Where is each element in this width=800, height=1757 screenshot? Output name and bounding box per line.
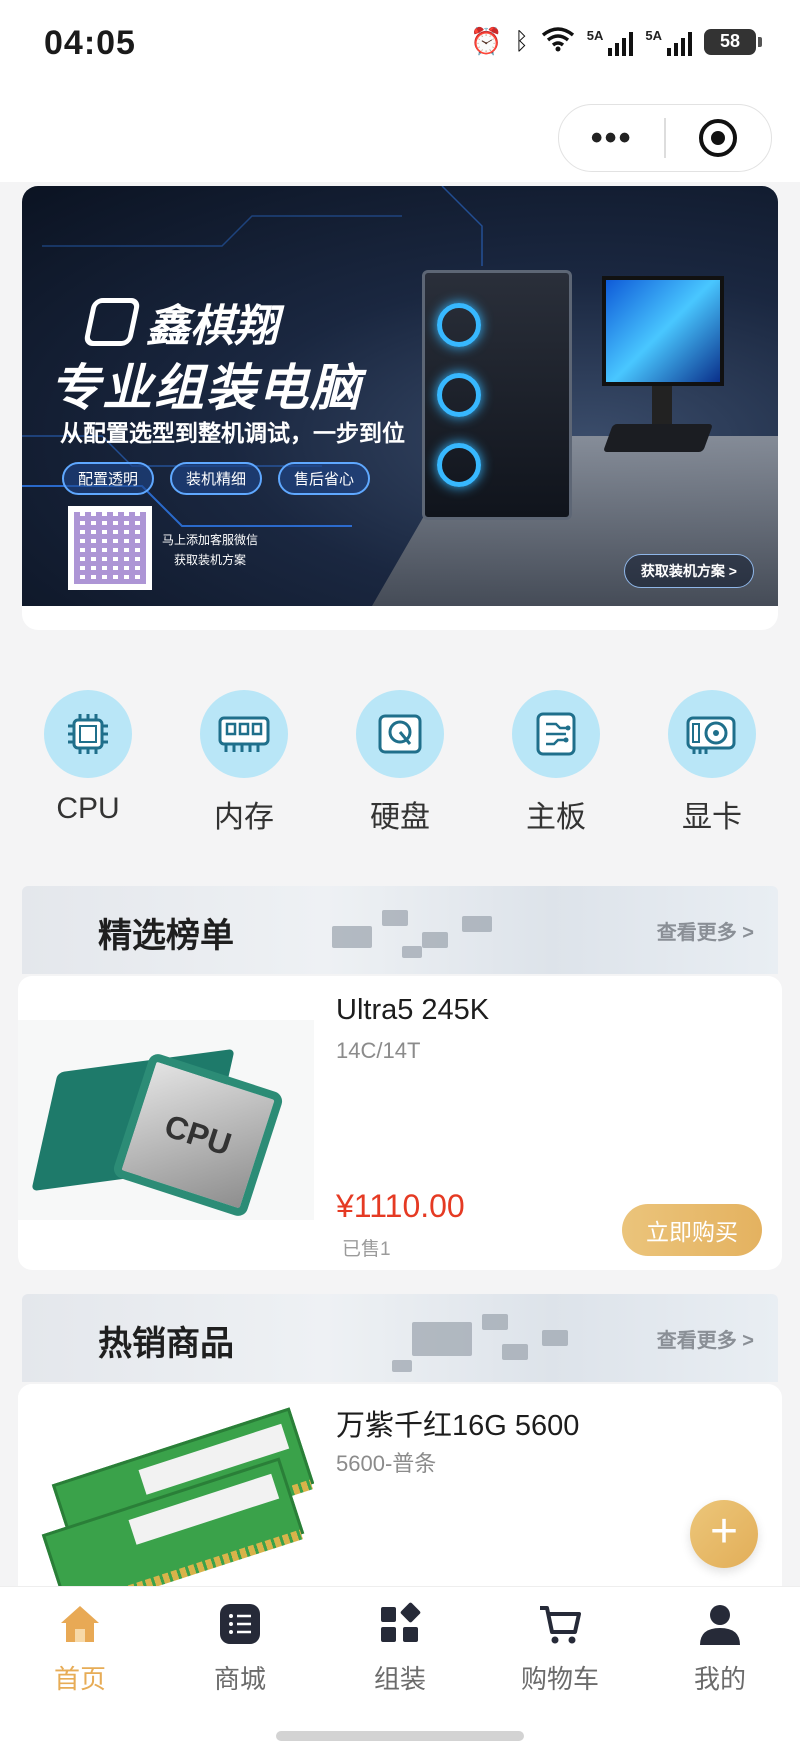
keyboard-image xyxy=(602,424,714,452)
tab-profile[interactable]: 我的 xyxy=(650,1601,790,1696)
category-label: 显卡 xyxy=(682,801,742,834)
bluetooth-icon: ᛒ xyxy=(514,27,529,55)
brand-name: 鑫棋翔 xyxy=(146,302,278,351)
monitor-stand xyxy=(652,386,672,426)
view-more-link[interactable]: 查看更多 > xyxy=(657,916,754,945)
monitor-image xyxy=(602,276,724,386)
more-options-button[interactable]: ••• xyxy=(559,121,664,155)
section-title: 精选榜单 xyxy=(98,917,234,955)
signal-icon: 5A xyxy=(645,28,692,56)
signal-label: 5A xyxy=(645,27,662,43)
capsule-menu: ••• xyxy=(558,104,772,172)
list-icon xyxy=(217,1601,263,1647)
banner-tag: 售后省心 xyxy=(278,462,371,495)
tab-cart[interactable]: 购物车 xyxy=(490,1601,630,1696)
cpu-icon xyxy=(44,690,132,778)
product-card[interactable]: 万紫千红16G 5600 5600-普条 xyxy=(18,1384,782,1604)
status-time: 04:05 xyxy=(44,24,136,62)
category-label: CPU xyxy=(56,792,120,825)
category-label: 内存 xyxy=(214,801,274,834)
product-spec: 5600-普条 xyxy=(336,1451,437,1476)
product-price: ¥1110.00 xyxy=(336,1188,465,1224)
bottom-tab-bar: 首页 商城 组装 购物车 我的 xyxy=(0,1586,800,1757)
status-bar: 04:05 ⏰ ᛒ 5A 5A 58 xyxy=(0,0,800,90)
home-indicator xyxy=(276,1731,524,1741)
brand-mark-icon xyxy=(82,298,142,346)
pc-case-image xyxy=(422,270,572,520)
graphics-card-icon xyxy=(668,690,756,778)
product-image xyxy=(18,1384,314,1604)
tab-home[interactable]: 首页 xyxy=(10,1601,150,1696)
hot-section-header: 热销商品 查看更多 > xyxy=(22,1294,778,1382)
tab-mall[interactable]: 商城 xyxy=(170,1601,310,1696)
banner-tag: 装机精细 xyxy=(170,462,263,495)
tab-label: 首页 xyxy=(53,1664,106,1694)
view-more-link[interactable]: 查看更多 > xyxy=(657,1324,754,1353)
qr-caption: 马上添加客服微信 获取装机方案 xyxy=(162,530,258,570)
battery-icon: 58 xyxy=(704,28,762,55)
product-name: 万紫千红16G 5600 xyxy=(336,1410,580,1442)
product-card[interactable]: CPU Ultra5 245K 14C/14T ¥1110.00 已售1 立即购… xyxy=(18,976,782,1270)
close-miniprogram-button[interactable] xyxy=(666,119,771,157)
add-floating-button[interactable]: + xyxy=(690,1500,758,1568)
category-label: 主板 xyxy=(526,801,586,834)
tab-label: 购物车 xyxy=(520,1664,599,1694)
alarm-icon: ⏰ xyxy=(469,26,503,56)
get-plan-button[interactable]: 获取装机方案 > xyxy=(623,554,754,588)
category-hard-disk[interactable]: 硬盘 xyxy=(330,690,470,836)
category-motherboard[interactable]: 主板 xyxy=(486,690,626,836)
target-icon xyxy=(699,119,738,157)
tab-label: 我的 xyxy=(693,1664,746,1694)
chips-decoration xyxy=(312,896,512,966)
chips-decoration xyxy=(382,1304,582,1374)
product-name: Ultra5 245K xyxy=(336,994,490,1026)
cart-icon xyxy=(537,1601,583,1647)
category-graphics-card[interactable]: 显卡 xyxy=(642,690,782,836)
hard-disk-icon xyxy=(356,690,444,778)
category-nav: CPU 内存 硬盘 主板 显卡 xyxy=(0,690,800,836)
promo-banner[interactable]: 鑫棋翔 专业组装电脑 从配置选型到整机调试，一步到位 配置透明 装机精细 售后省… xyxy=(22,186,778,606)
banner-title: 专业组装电脑 xyxy=(50,360,362,416)
product-image: CPU xyxy=(18,1020,314,1220)
qr-caption-line: 马上添加客服微信 xyxy=(162,533,259,547)
product-sold-count: 已售1 xyxy=(342,1239,391,1260)
section-title: 热销商品 xyxy=(98,1325,234,1363)
category-memory[interactable]: 内存 xyxy=(174,690,314,836)
category-label: 硬盘 xyxy=(370,801,430,834)
banner-tag: 配置透明 xyxy=(62,462,155,495)
grid-icon xyxy=(377,1601,423,1647)
signal-icon: 5A xyxy=(587,28,634,56)
tab-label: 商城 xyxy=(213,1664,266,1694)
signal-label: 5A xyxy=(586,27,604,43)
tab-label: 组装 xyxy=(373,1664,426,1694)
category-cpu[interactable]: CPU xyxy=(18,690,158,836)
tab-assemble[interactable]: 组装 xyxy=(330,1601,470,1696)
nav-bar: ••• xyxy=(0,90,800,182)
wifi-icon xyxy=(541,26,575,57)
user-icon xyxy=(697,1601,743,1647)
motherboard-icon xyxy=(512,690,600,778)
banner-subtitle: 从配置选型到整机调试，一步到位 xyxy=(60,420,405,446)
product-spec: 14C/14T xyxy=(336,1038,421,1063)
buy-now-button[interactable]: 立即购买 xyxy=(622,1204,762,1256)
brand-logo: 鑫棋翔 xyxy=(82,290,278,354)
banner-tags: 配置透明 装机精细 售后省心 xyxy=(62,462,371,495)
featured-section-header: 精选榜单 查看更多 > xyxy=(22,886,778,974)
banner-container: 鑫棋翔 专业组装电脑 从配置选型到整机调试，一步到位 配置透明 装机精细 售后省… xyxy=(22,186,778,630)
home-icon xyxy=(57,1601,103,1647)
memory-icon xyxy=(200,690,288,778)
qr-code xyxy=(68,506,152,590)
qr-caption-line: 获取装机方案 xyxy=(174,553,247,567)
status-icons: ⏰ ᛒ 5A 5A 58 xyxy=(469,26,762,57)
